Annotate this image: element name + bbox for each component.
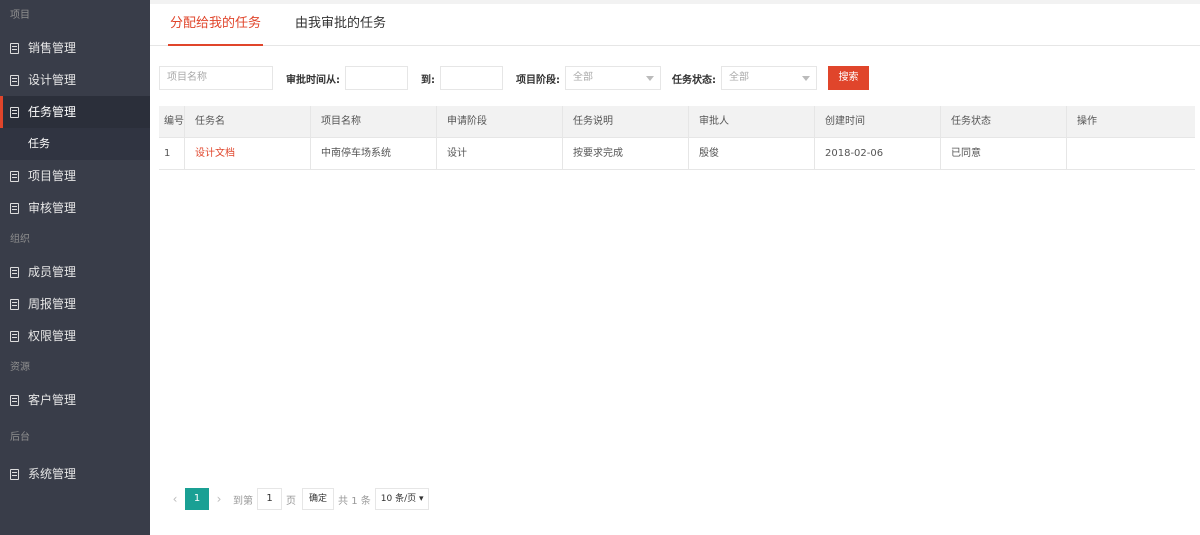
sidebar-item-permissions[interactable]: 权限管理	[0, 320, 150, 352]
pager-goto-label: 到第	[233, 495, 253, 507]
task-table: 编号 任务名 项目名称 申请阶段 任务说明 审批人 创建时间 任务状态 操作 1…	[159, 106, 1195, 170]
sidebar-item-weekly[interactable]: 周报管理	[0, 288, 150, 320]
nav-group-resources: 资源	[10, 362, 30, 373]
sidebar-item-members[interactable]: 成员管理	[0, 256, 150, 288]
cell-status: 已同意	[941, 138, 1067, 170]
sidebar-item-label: 销售管理	[28, 41, 77, 55]
column-header-project-name: 项目名称	[311, 106, 437, 138]
stage-label: 项目阶段:	[516, 74, 560, 86]
tab-bar: 分配给我的任务 由我审批的任务	[150, 4, 1200, 46]
sidebar-item-review[interactable]: 审核管理	[0, 192, 150, 224]
stage-select-value: 全部	[573, 72, 593, 83]
status-select-value: 全部	[729, 72, 749, 83]
pager-page-unit: 页	[286, 495, 296, 507]
document-icon	[10, 468, 19, 480]
task-name-link[interactable]: 设计文档	[195, 148, 235, 159]
time-to-label: 到:	[421, 74, 435, 86]
project-name-input[interactable]: 项目名称	[159, 66, 273, 90]
document-icon	[10, 42, 19, 54]
document-icon	[10, 394, 19, 406]
column-header-status: 任务状态	[941, 106, 1067, 138]
status-select[interactable]: 全部	[721, 66, 817, 90]
pager-per-page-select[interactable]: 10 条/页 ▾	[374, 488, 430, 510]
pager-confirm-button[interactable]: 确定	[302, 488, 335, 510]
main-content: 分配给我的任务 由我审批的任务 项目名称 审批时间从: 到: 项目阶段: 全部 …	[150, 0, 1200, 535]
column-header-id: 编号	[159, 106, 185, 138]
filter-bar: 项目名称 审批时间从: 到: 项目阶段: 全部 任务状态: 全部 搜索	[159, 66, 1200, 90]
cell-project-name: 中南停车场系统	[311, 138, 437, 170]
column-header-description: 任务说明	[563, 106, 689, 138]
pagination: ‹ 1 › 到第 1 页 确定 共 1 条 10 条/页 ▾	[165, 488, 430, 510]
column-header-approver: 审批人	[689, 106, 815, 138]
document-icon	[10, 298, 19, 310]
cell-created: 2018-02-06	[815, 138, 941, 170]
chevron-down-icon	[646, 76, 654, 81]
column-header-stage: 申请阶段	[437, 106, 563, 138]
sidebar-subitem-task[interactable]: 任务	[0, 128, 150, 160]
stage-select[interactable]: 全部	[565, 66, 661, 90]
cell-approver: 殷俊	[689, 138, 815, 170]
sidebar-item-label: 系统管理	[28, 467, 77, 481]
sidebar-item-label: 设计管理	[28, 73, 77, 87]
sidebar-item-label: 成员管理	[28, 265, 77, 279]
cell-actions	[1067, 138, 1195, 170]
pager-prev-button[interactable]: ‹	[165, 488, 185, 510]
column-header-actions: 操作	[1077, 116, 1097, 127]
document-icon	[10, 330, 19, 342]
app: 项目 销售管理 设计管理 任务管理 任务 项目管理 审核管理 组织 成员管理 周…	[0, 0, 1200, 535]
pager-total: 共 1 条	[338, 495, 371, 507]
nav-group-org: 组织	[10, 234, 30, 245]
sidebar-item-customers[interactable]: 客户管理	[0, 384, 150, 416]
sidebar-item-label: 项目管理	[28, 169, 77, 183]
document-icon	[10, 74, 19, 86]
time-to-input[interactable]	[440, 66, 503, 90]
pager-next-button[interactable]: ›	[209, 488, 229, 510]
sidebar-item-tasks[interactable]: 任务管理	[0, 96, 150, 128]
sidebar: 项目 销售管理 设计管理 任务管理 任务 项目管理 审核管理 组织 成员管理 周…	[0, 0, 150, 535]
nav-group-project: 项目	[10, 10, 30, 21]
cell-task-name: 设计文档	[185, 138, 311, 170]
sidebar-item-label: 审核管理	[28, 201, 77, 215]
document-icon	[10, 202, 19, 214]
table-header-row: 编号 任务名 项目名称 申请阶段 任务说明 审批人 创建时间 任务状态 操作	[159, 106, 1195, 138]
sidebar-item-label: 任务管理	[28, 105, 77, 119]
table-row: 1 设计文档 中南停车场系统 设计 按要求完成 殷俊 2018-02-06 已同…	[159, 138, 1195, 170]
column-header-task-name: 任务名	[185, 106, 311, 138]
tab-assigned-to-me[interactable]: 分配给我的任务	[168, 4, 264, 46]
tab-approved-by-me[interactable]: 由我审批的任务	[293, 4, 388, 46]
sidebar-item-projects[interactable]: 项目管理	[0, 160, 150, 192]
document-icon	[10, 170, 19, 182]
chevron-down-icon	[802, 76, 810, 81]
nav-group-backend: 后台	[10, 432, 30, 443]
document-icon	[10, 266, 19, 278]
column-header-created: 创建时间	[815, 106, 941, 138]
pager-page-1[interactable]: 1	[185, 488, 209, 510]
document-icon	[10, 106, 19, 118]
cell-description: 按要求完成	[563, 138, 689, 170]
sidebar-item-label: 客户管理	[28, 393, 77, 407]
sidebar-item-system[interactable]: 系统管理	[0, 458, 150, 490]
time-from-input[interactable]	[345, 66, 408, 90]
sidebar-item-sales[interactable]: 销售管理	[0, 32, 150, 64]
sidebar-item-design[interactable]: 设计管理	[0, 64, 150, 96]
pager-goto-input[interactable]: 1	[257, 488, 282, 510]
status-label: 任务状态:	[672, 74, 716, 86]
sidebar-item-label: 权限管理	[28, 329, 77, 343]
cell-stage: 设计	[437, 138, 563, 170]
search-button[interactable]: 搜索	[828, 66, 869, 90]
sidebar-item-label: 周报管理	[28, 297, 77, 311]
time-from-label: 审批时间从:	[286, 74, 340, 86]
cell-id: 1	[159, 138, 185, 170]
